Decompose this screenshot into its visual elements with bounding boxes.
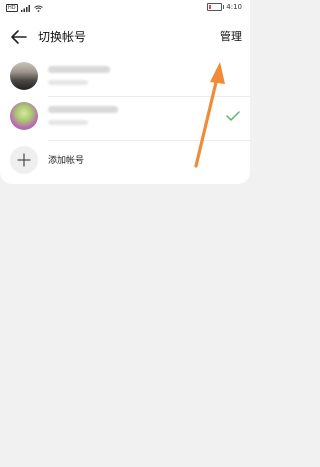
status-bar: HD 4:10 <box>0 0 250 16</box>
avatar <box>10 102 38 130</box>
signal-icon <box>20 4 30 12</box>
battery-icon <box>207 3 225 11</box>
status-time: 4:10 <box>226 3 242 11</box>
account-name-blurred <box>48 66 110 73</box>
page-title: 切换帐号 <box>38 30 87 44</box>
manage-button[interactable]: 管理 <box>220 28 242 44</box>
app-header: 切换帐号 管理 <box>0 16 250 58</box>
account-subtitle-blurred <box>48 120 88 125</box>
wifi-icon <box>33 5 43 12</box>
account-subtitle-blurred <box>48 80 88 85</box>
network-type-badge: HD <box>6 4 18 12</box>
plus-icon <box>17 153 31 167</box>
status-right: 4:10 <box>207 3 242 11</box>
add-account-label: 添加帐号 <box>48 156 85 166</box>
back-arrow-icon[interactable] <box>10 29 28 45</box>
battery-level-fill <box>209 5 212 9</box>
account-name-blurred <box>48 106 118 113</box>
avatar <box>10 62 38 90</box>
annotation-arrow-icon <box>194 62 225 168</box>
add-account-icon-circle <box>10 146 38 174</box>
status-left: HD <box>6 4 43 12</box>
